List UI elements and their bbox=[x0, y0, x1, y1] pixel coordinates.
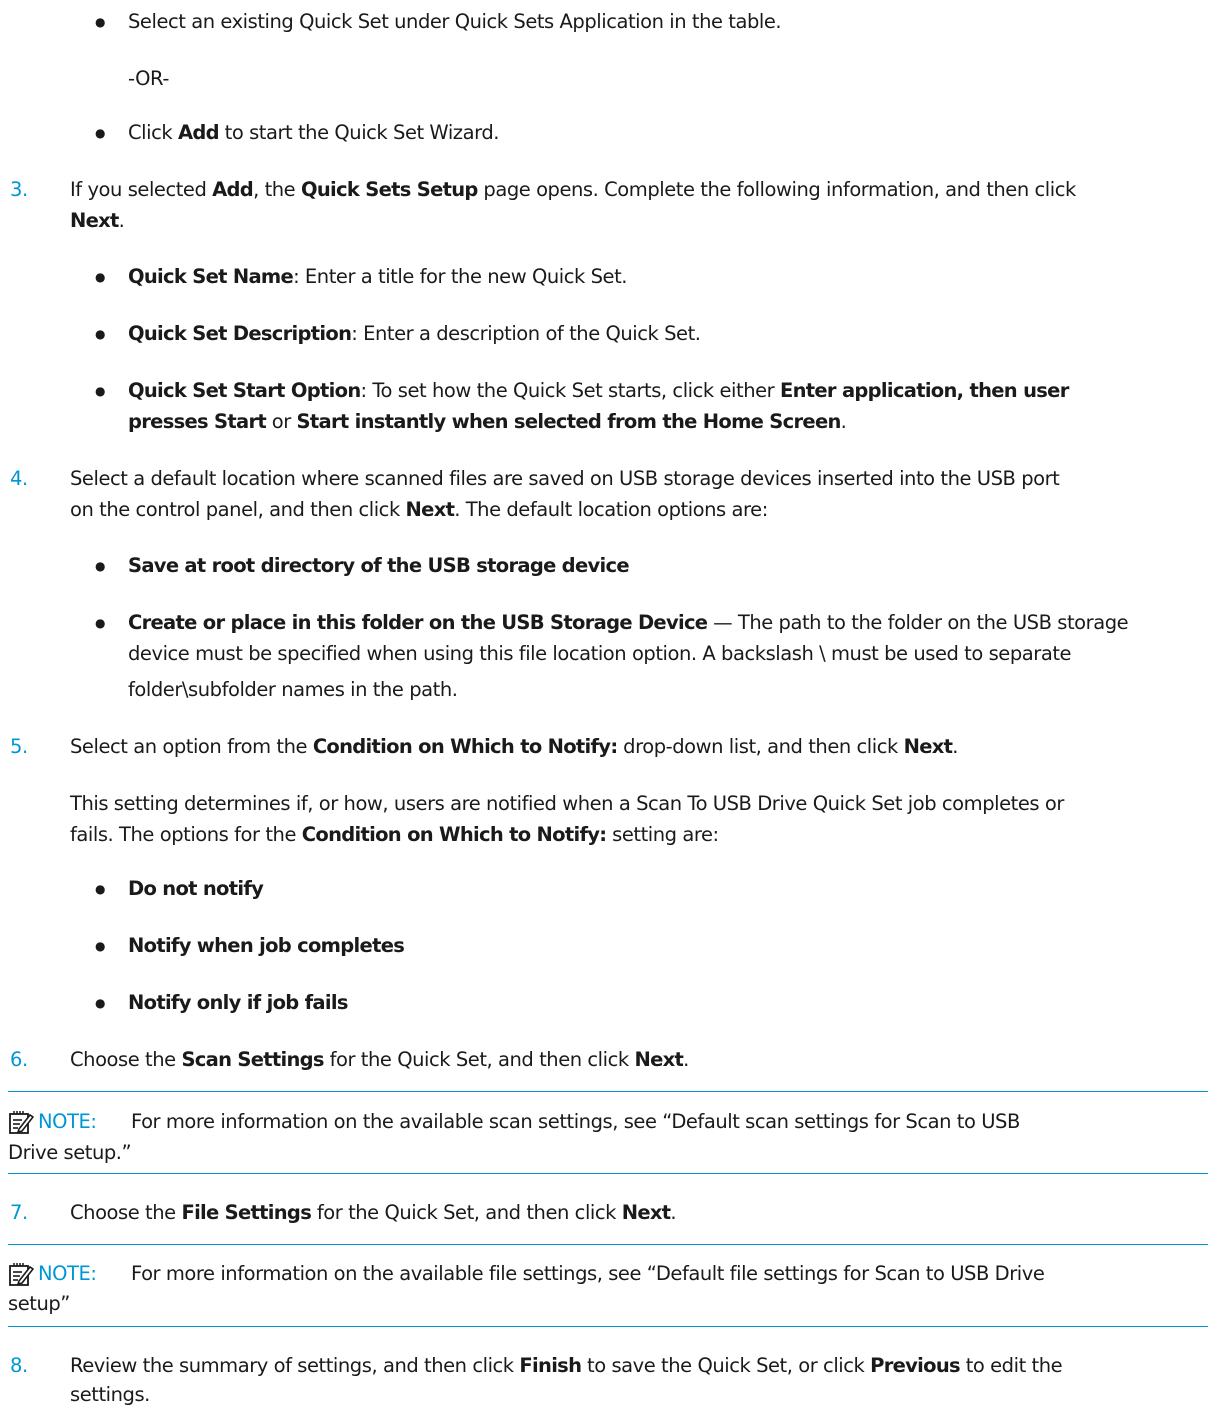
bullet-icon: ● bbox=[95, 126, 106, 140]
bullet-icon: ● bbox=[95, 559, 106, 573]
note-bottom-rule bbox=[8, 1173, 1208, 1174]
step-number: 5. bbox=[10, 735, 28, 758]
note-top-rule bbox=[8, 1091, 1208, 1092]
step-number: 8. bbox=[10, 1354, 28, 1377]
step-number: 6. bbox=[10, 1048, 28, 1071]
bullet-icon: ● bbox=[95, 882, 106, 896]
document-page: ● Select an existing Quick Set under Qui… bbox=[0, 0, 1209, 1414]
bullet-icon: ● bbox=[95, 996, 106, 1010]
note-icon bbox=[9, 1111, 34, 1134]
note-label: NOTE: bbox=[38, 1110, 97, 1133]
bullet-icon: ● bbox=[95, 384, 106, 398]
bullet-icon: ● bbox=[95, 15, 106, 29]
step-number: 4. bbox=[10, 467, 28, 490]
note-top-rule bbox=[8, 1244, 1208, 1245]
bullet-icon: ● bbox=[95, 939, 106, 953]
bullet-icon: ● bbox=[95, 327, 106, 341]
note-icon bbox=[9, 1263, 34, 1286]
note-bottom-rule bbox=[8, 1326, 1208, 1327]
note-label: NOTE: bbox=[38, 1262, 97, 1285]
bullet-icon: ● bbox=[95, 616, 106, 630]
step-number: 7. bbox=[10, 1201, 28, 1224]
step-number: 3. bbox=[10, 178, 28, 201]
bullet-icon: ● bbox=[95, 270, 106, 284]
